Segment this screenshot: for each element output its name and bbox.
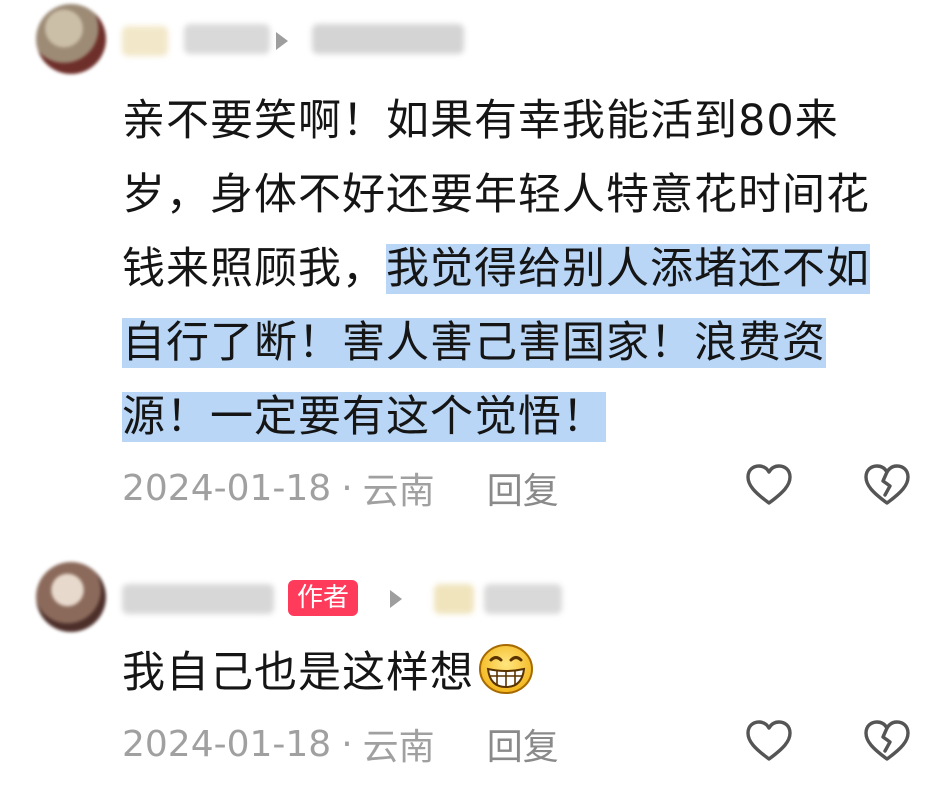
grinning-face-emoji-icon — [478, 643, 534, 695]
like-heart-icon[interactable] — [744, 718, 794, 764]
like-heart-icon[interactable] — [744, 462, 794, 508]
comment-date: 2024-01-18 — [122, 467, 332, 509]
comment-location: 云南 — [362, 471, 435, 512]
comment-date: 2024-01-18 — [122, 723, 332, 765]
play-arrow-icon — [390, 590, 402, 608]
reply-button[interactable]: 回复 — [487, 718, 559, 770]
dislike-broken-heart-icon[interactable] — [862, 718, 912, 764]
avatar[interactable] — [36, 562, 106, 632]
comment-meta: 2024-01-18 · 云南 回复 — [122, 462, 559, 514]
comment-location: 云南 — [362, 727, 435, 768]
avatar[interactable] — [36, 4, 106, 74]
comment-text: 亲不要笑啊！如果有幸我能活到80来岁，身体不好还要年轻人特意花时间花钱来照顾我，… — [122, 96, 870, 442]
author-badge: 作者 — [288, 580, 359, 616]
dislike-broken-heart-icon[interactable] — [862, 462, 912, 508]
comment-text: 我自己也是这样想 — [122, 636, 892, 710]
reply-button[interactable]: 回复 — [487, 462, 559, 514]
play-arrow-icon — [276, 32, 288, 50]
comment-meta: 2024-01-18 · 云南 回复 — [122, 718, 559, 770]
